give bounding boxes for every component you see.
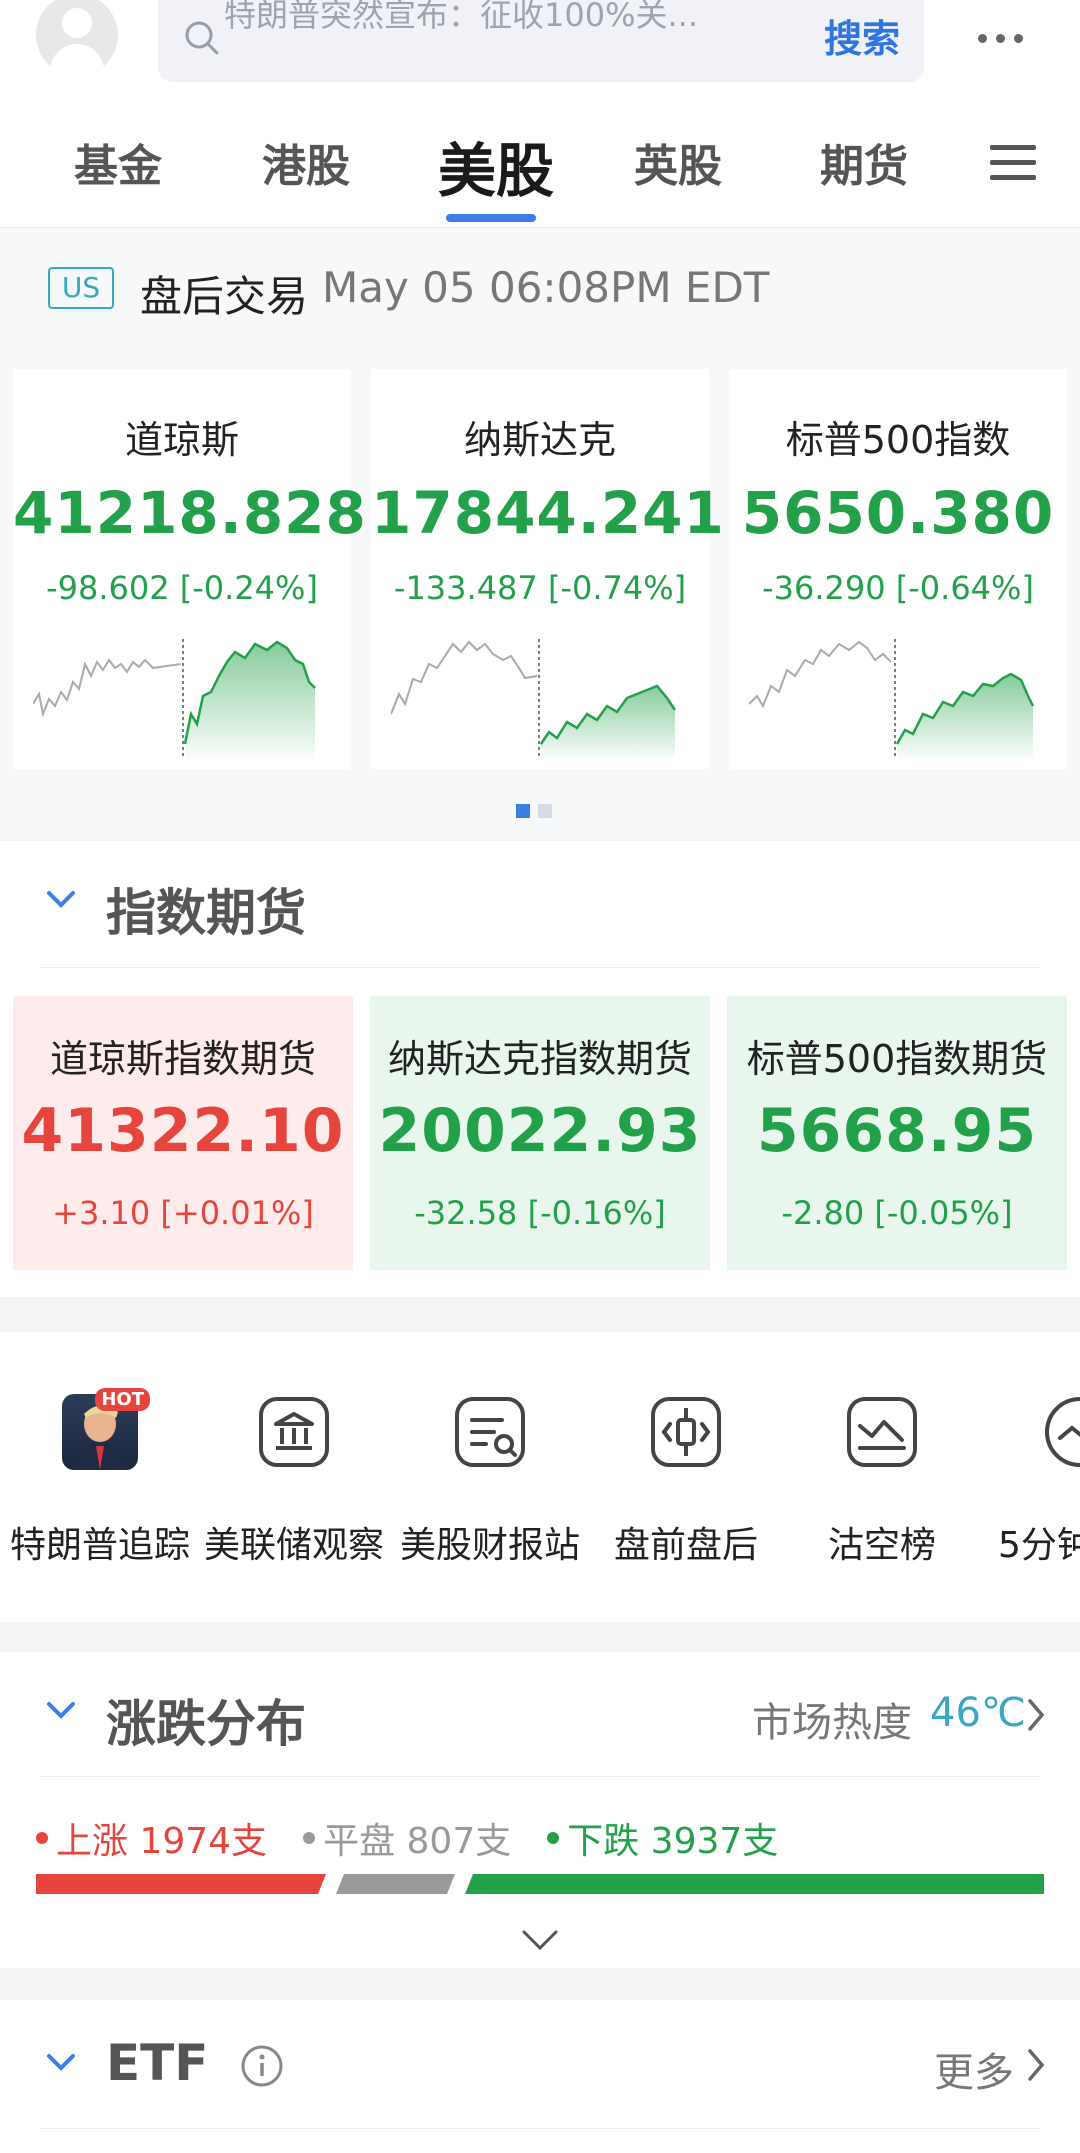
market-badge: US [48,267,114,309]
chevron-down-icon[interactable] [46,889,76,909]
futures-card-nasdaq[interactable]: 纳斯达克指数期货 20022.93 -32.58 [-0.16%] [370,996,710,1270]
shortcut-earnings[interactable]: 美股财报站 [390,1394,590,1568]
futures-name: 纳斯达克指数期货 [387,1037,692,1081]
down-count-label: 下跌 3937支 [567,1821,779,1862]
index-sparkline [749,639,1035,759]
user-avatar[interactable] [36,0,118,76]
index-carousel: 道琼斯 41218.828 -98.602 [-0.24%] 纳斯达克 1784… [0,359,1080,839]
market-heat-value[interactable]: 46℃ [930,1690,1026,1736]
etf-title[interactable]: ETF [106,2034,208,2092]
down-proportion-bar [465,1874,1044,1894]
top-bar: 特朗普突然宣布：征收100%关... 搜索 [0,0,1080,100]
tab-uk-stocks[interactable]: 英股 [634,130,722,194]
index-card-dow[interactable]: 道琼斯 41218.828 -98.602 [-0.24%] [13,369,367,769]
chevron-right-icon[interactable] [1026,1698,1046,1732]
distribution-title[interactable]: 涨跌分布 [106,1684,306,1756]
chevron-down-icon[interactable] [46,2052,76,2072]
index-change: -98.602 [-0.24%] [46,569,318,607]
futures-price: 5668.95 [756,1096,1038,1166]
search-icon [185,21,219,55]
futures-card-sp500[interactable]: 标普500指数期货 5668.95 -2.80 [-0.05%] [727,996,1067,1270]
search-button[interactable]: 搜索 [824,8,900,63]
futures-change: -2.80 [-0.05%] [781,1194,1013,1232]
index-name: 标普500指数 [785,418,1011,462]
index-card-sp500[interactable]: 标普500指数 5650.380 -36.290 [-0.64%] [729,369,1067,769]
etf-more-link[interactable]: 更多 [934,2040,1014,2098]
shortcut-pre-post-market[interactable]: 盘前盘后 [586,1394,786,1568]
futures-name: 标普500指数期货 [746,1037,1048,1081]
trump-avatar-icon: HOT [62,1388,150,1470]
shortcut-label: 特朗普追踪 [9,1525,190,1566]
tab-hk-stocks[interactable]: 港股 [262,130,350,194]
index-change: -36.290 [-0.64%] [762,569,1034,607]
expand-chevron-icon[interactable] [520,1928,560,1952]
bank-icon [256,1394,332,1470]
index-sparkline [391,639,677,759]
index-price: 17844.241 [371,479,725,547]
tab-futures[interactable]: 期货 [820,130,908,194]
session-title: 盘后交易 [140,272,309,321]
shortcut-label: 美联储观察 [203,1525,384,1566]
index-sparkline [33,639,316,759]
active-tab-indicator [446,214,536,222]
tab-fund[interactable]: 基金 [74,130,162,194]
report-icon [452,1394,528,1470]
index-price: 41218.828 [13,479,367,547]
futures-section-title[interactable]: 指数期货 [106,873,306,945]
up-proportion-bar [36,1874,326,1894]
short-chart-icon [844,1394,920,1470]
distribution-legend: 上涨 1974支 平盘 807支 下跌 3937支 [36,1812,778,1864]
index-card-nasdaq[interactable]: 纳斯达克 17844.241 -133.487 [-0.74%] [371,369,725,769]
hot-badge: HOT [95,1388,150,1411]
shortcut-trump-tracker[interactable]: HOT 特朗普追踪 [0,1388,200,1568]
more-options-icon[interactable] [970,18,1030,58]
search-marquee-text[interactable]: 特朗普突然宣布：征收100%关... [224,0,744,42]
shortcut-label: 5分钟 [998,1525,1080,1566]
futures-change: +3.10 [+0.01%] [52,1194,314,1232]
futures-price: 20022.93 [378,1096,702,1166]
shortcut-short-list[interactable]: 沽空榜 [782,1394,982,1568]
info-icon[interactable] [240,2044,284,2088]
index-name: 纳斯达克 [463,418,616,462]
shortcut-label: 盘前盘后 [613,1525,758,1566]
futures-card-dow[interactable]: 道琼斯指数期货 41322.10 +3.10 [+0.01%] [13,996,353,1270]
search-bar[interactable]: 特朗普突然宣布：征收100%关... 搜索 [158,0,924,82]
flat-count-label: 平盘 807支 [323,1821,512,1862]
session-time: May 05 06:08PM EDT [322,263,770,312]
etf-section: ETF 更多 [0,2000,1080,2153]
carousel-page-indicator [516,804,552,818]
shortcut-fed-watch[interactable]: 美联储观察 [194,1394,394,1568]
chevron-down-icon[interactable] [46,1700,76,1720]
session-header: US 盘后交易 May 05 06:08PM EDT [0,229,1080,359]
shortcut-label: 美股财报站 [399,1525,580,1566]
shortcut-label: 沽空榜 [827,1525,936,1566]
clock-chart-icon [1042,1394,1080,1470]
market-tabs: 基金 港股 美股 英股 期货 [0,100,1080,228]
futures-price: 41322.10 [21,1096,345,1166]
index-change: -133.487 [-0.74%] [393,569,687,607]
market-heat-label[interactable]: 市场热度 [752,1690,912,1748]
menu-icon[interactable] [990,145,1036,190]
tab-us-stocks[interactable]: 美股 [438,124,554,208]
distribution-section: 涨跌分布 市场热度 46℃ 上涨 1974支 平盘 807支 下跌 3937支 [0,1652,1080,1968]
shortcut-5-minute[interactable]: 5分钟 [978,1394,1080,1568]
chevron-right-icon[interactable] [1026,2048,1046,2082]
index-name: 道琼斯 [124,418,239,462]
index-price: 5650.380 [741,479,1055,547]
futures-change: -32.58 [-0.16%] [414,1194,666,1232]
up-count-label: 上涨 1974支 [56,1821,268,1862]
futures-name: 道琼斯指数期货 [49,1037,316,1081]
candlestick-icon [648,1394,724,1470]
flat-proportion-bar [336,1874,455,1894]
